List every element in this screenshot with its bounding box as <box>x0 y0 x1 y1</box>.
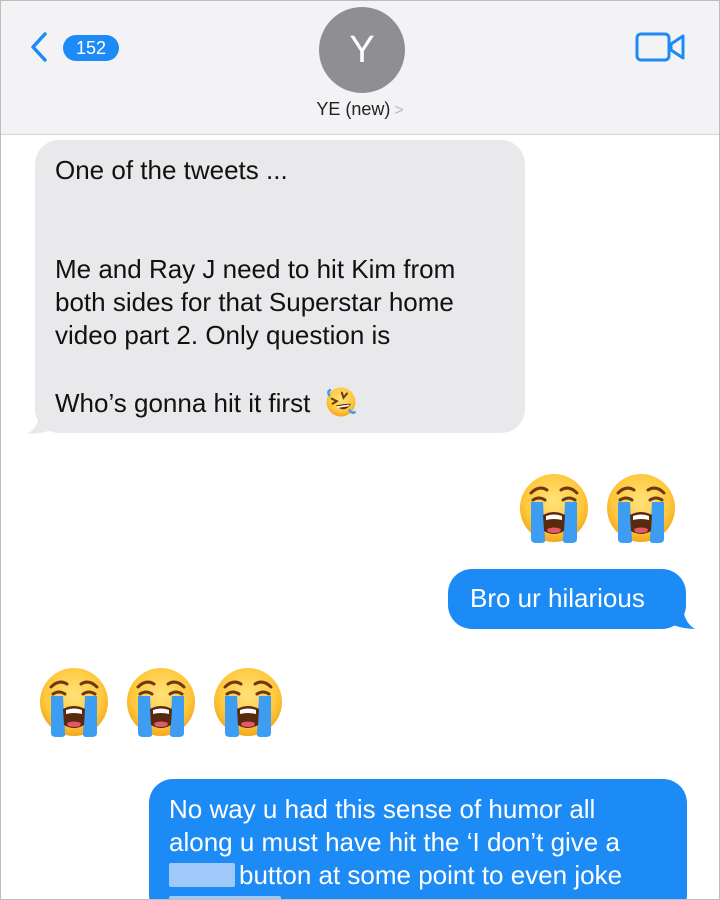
messages-screen: 152 Y YE (new) > One of the tweets ... Me… <box>0 0 720 900</box>
loudly-crying-face-emoji <box>124 665 198 739</box>
message-text: both sides for that Superstar home <box>55 287 454 317</box>
chevron-left-icon <box>31 32 47 62</box>
contact-name: YE (new) <box>316 99 391 119</box>
incoming-message[interactable]: One of the tweets ... Me and Ray J need … <box>35 140 525 433</box>
loudly-crying-face-emoji <box>211 665 285 739</box>
loudly-crying-face-emoji <box>517 471 591 545</box>
message-text: Bro ur hilarious <box>470 583 645 613</box>
chevron-right-icon: > <box>394 102 404 119</box>
redacted-word <box>169 863 235 887</box>
message-text: video part 2. Only question is <box>55 320 391 350</box>
message-text: One of the tweets ... <box>55 155 288 185</box>
back-button[interactable]: 152 <box>21 23 131 73</box>
avatar[interactable]: Y <box>319 7 405 93</box>
outgoing-message[interactable]: Bro ur hilarious <box>448 569 686 629</box>
rolling-laughing-emoji <box>324 385 358 419</box>
message-text: Me and Ray J need to hit Kim from <box>55 254 456 284</box>
redacted-word <box>169 896 281 899</box>
loudly-crying-face-emoji <box>604 471 678 545</box>
message-text <box>169 892 667 899</box>
outgoing-message[interactable]: No way u had this sense of humor all alo… <box>149 779 687 899</box>
message-text: button at some point to even joke <box>169 859 667 892</box>
message-text: Who’s gonna hit it first <box>55 385 505 420</box>
unread-count-badge: 152 <box>63 35 119 61</box>
outgoing-emoji-message[interactable] <box>517 471 678 545</box>
video-camera-icon[interactable] <box>635 29 687 65</box>
loudly-crying-face-emoji <box>37 665 111 739</box>
incoming-emoji-message[interactable] <box>37 665 285 739</box>
contact-name-button[interactable]: YE (new) > <box>1 99 719 120</box>
message-text: No way u had this sense of humor all <box>169 794 596 824</box>
conversation-header: 152 Y YE (new) > <box>1 1 719 135</box>
message-text: along u must have hit the ‘I don’t give … <box>169 827 620 857</box>
